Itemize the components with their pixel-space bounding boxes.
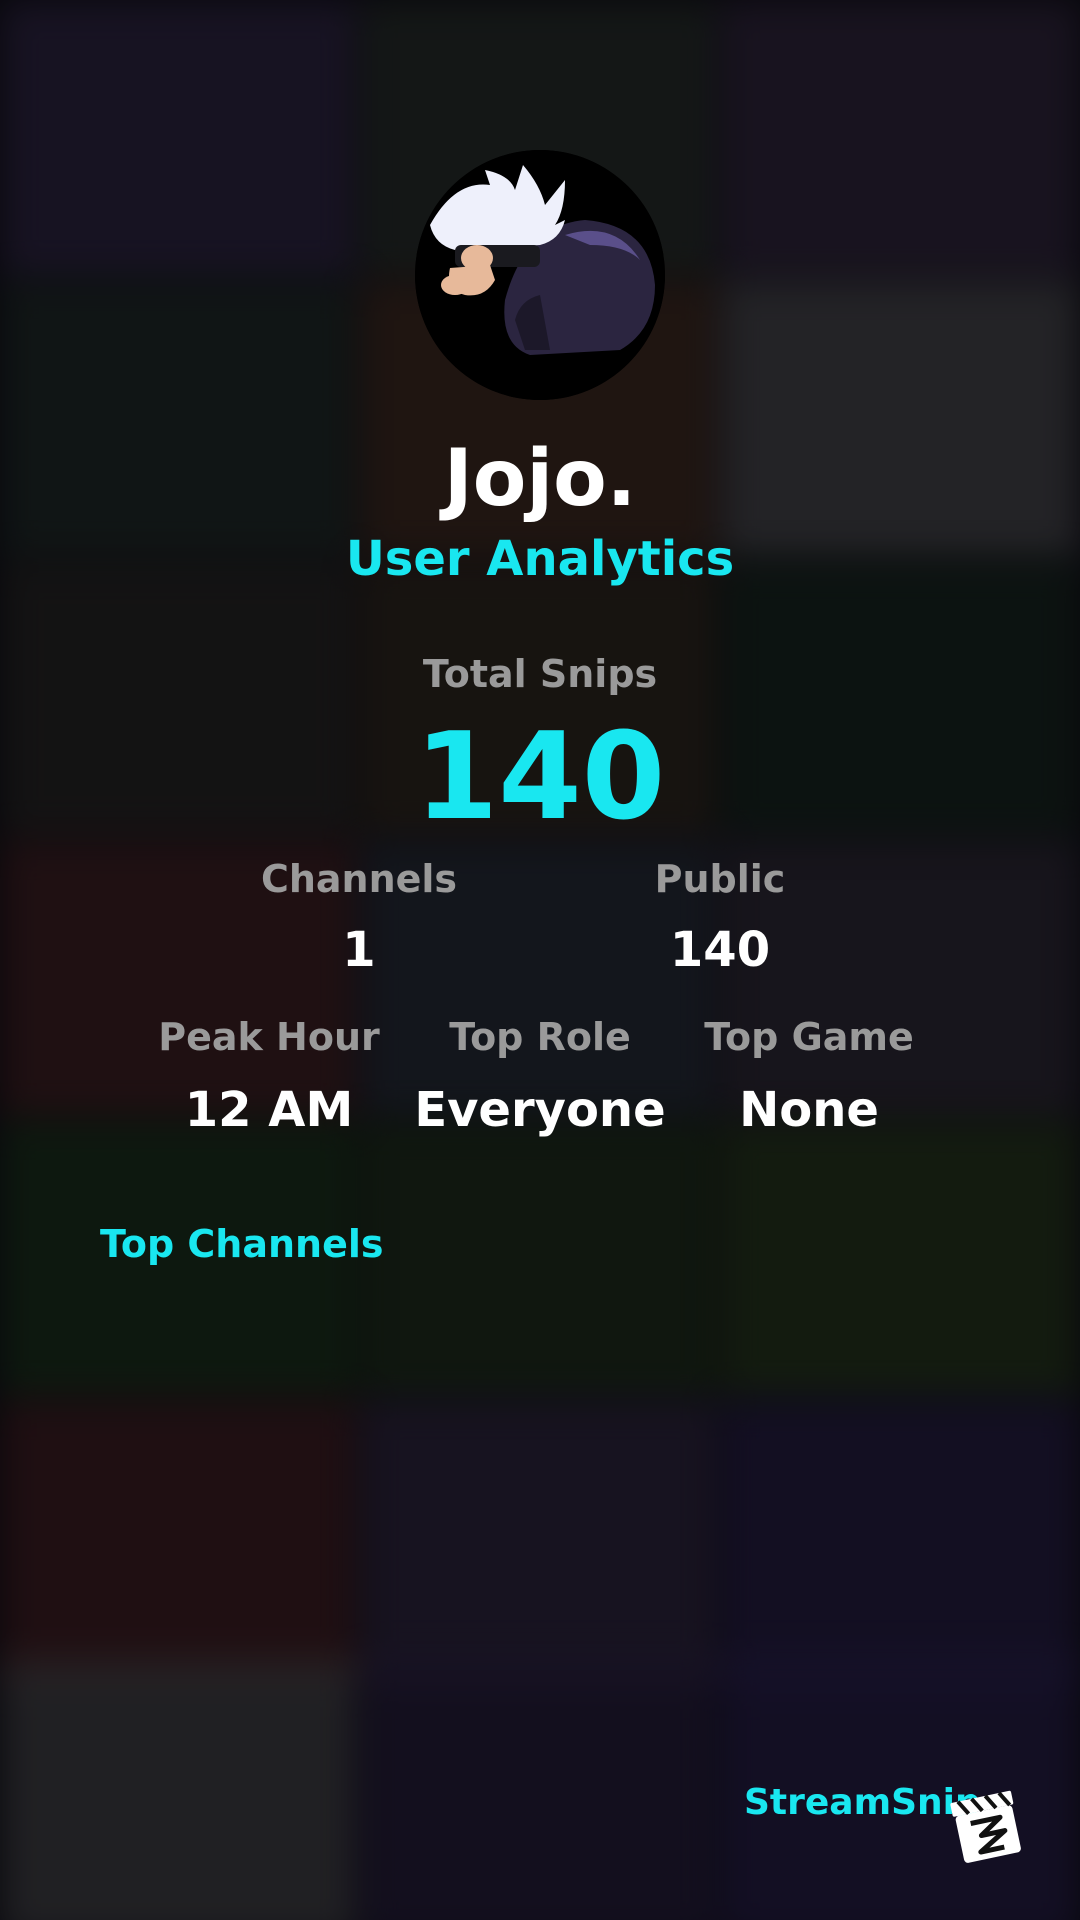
peak-hour-value: 12 AM [184, 1082, 354, 1138]
channels-value: 1 [342, 922, 376, 978]
top-game-value: None [739, 1082, 879, 1138]
analytics-card: Jojo. User Analytics Total Snips 140 Cha… [0, 0, 1080, 1920]
total-snips-label: Total Snips [422, 652, 658, 696]
anime-character-avatar-icon [415, 150, 665, 400]
top-role-label: Top Role [449, 1015, 631, 1059]
top-channels-heading: Top Channels [100, 1222, 384, 1266]
top-game-label: Top Game [704, 1015, 914, 1059]
top-game-stat: Top Game None [659, 1018, 959, 1134]
public-label: Public [654, 857, 786, 901]
peak-hour-label: Peak Hour [158, 1015, 380, 1059]
brand-name: StreamSnip [744, 1782, 981, 1823]
public-value: 140 [669, 922, 771, 978]
channels-label: Channels [260, 857, 458, 901]
public-stat: Public 140 [570, 860, 870, 974]
top-role-stat: Top Role Everyone [390, 1018, 690, 1134]
top-role-value: Everyone [414, 1082, 666, 1138]
total-snips-value: 140 [414, 708, 666, 847]
peak-hour-stat: Peak Hour 12 AM [119, 1018, 419, 1134]
channels-stat: Channels 1 [209, 860, 509, 974]
avatar [415, 150, 665, 400]
username: Jojo. [443, 434, 637, 524]
page-subtitle: User Analytics [345, 531, 735, 587]
clapperboard-logo-icon [950, 1790, 1026, 1866]
